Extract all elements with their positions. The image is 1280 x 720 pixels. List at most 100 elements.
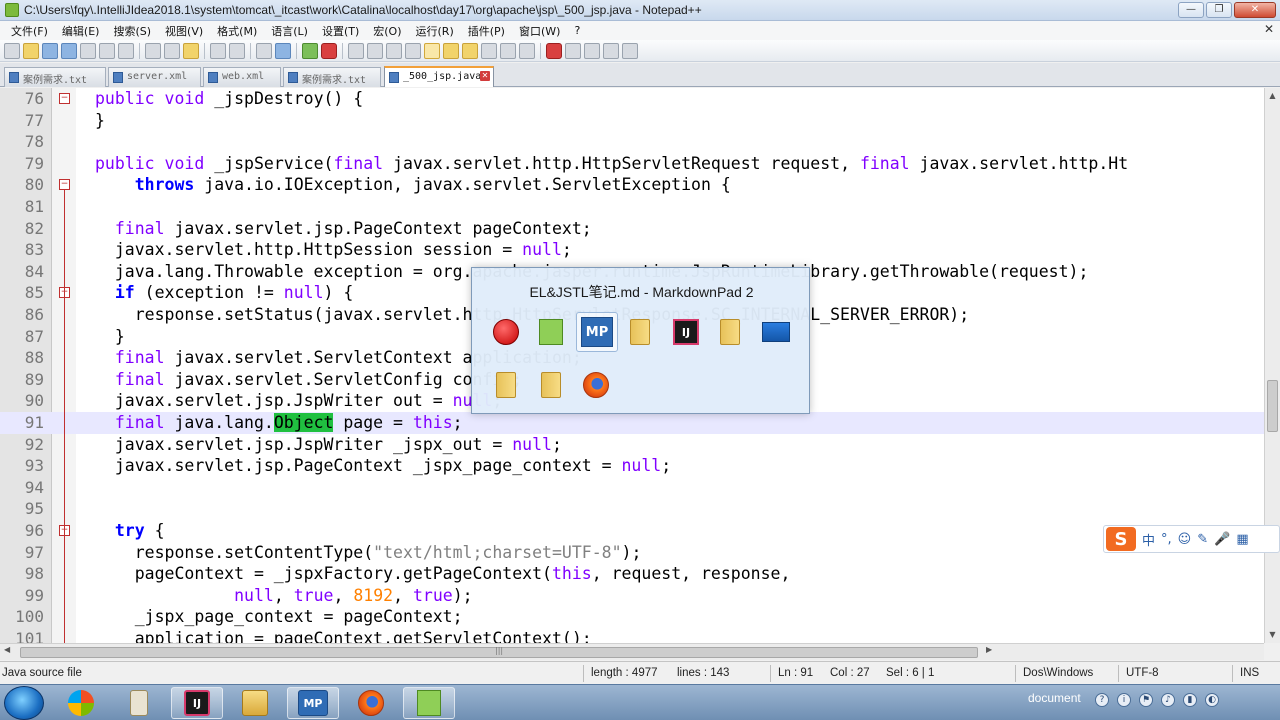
undo-icon[interactable] <box>210 42 226 59</box>
paste-icon[interactable] <box>183 42 199 59</box>
network-icon[interactable]: ▮ <box>1183 693 1197 707</box>
menu-format[interactable]: 格式(M) <box>210 23 264 39</box>
menu-settings[interactable]: 设置(T) <box>315 23 366 39</box>
menu-view[interactable]: 视图(V) <box>158 23 210 39</box>
code-line[interactable]: 93 javax.servlet.jsp.PageContext _jspx_p… <box>0 455 1264 477</box>
ime-chinese-mode[interactable]: 中 <box>1142 530 1155 549</box>
tab-500-jsp-java[interactable]: _500_jsp.java ✕ <box>384 66 494 87</box>
code-line[interactable]: 83 javax.servlet.http.HttpSession sessio… <box>0 239 1264 261</box>
vertical-scroll-thumb[interactable] <box>1267 380 1278 432</box>
menu-run[interactable]: 运行(R) <box>409 23 461 39</box>
scroll-down-icon[interactable]: ▼ <box>1265 627 1280 643</box>
ime-voice-icon[interactable]: 🎤 <box>1214 532 1230 547</box>
replace-icon[interactable] <box>275 42 291 59</box>
tab-close-icon[interactable]: ✕ <box>480 71 490 81</box>
volume-icon[interactable]: ♪ <box>1161 693 1175 707</box>
close-file-icon[interactable] <box>80 42 96 59</box>
find-icon[interactable] <box>256 42 272 59</box>
monitoring-icon[interactable] <box>500 42 516 59</box>
close-button[interactable]: ✕ <box>1234 2 1276 18</box>
taskbar-explorer[interactable] <box>229 687 281 719</box>
code-line[interactable]: 92 javax.servlet.jsp.JspWriter _jspx_out… <box>0 434 1264 456</box>
code-line[interactable]: 99 null, true, 8192, true); <box>0 585 1264 607</box>
menu-file[interactable]: 文件(F) <box>4 23 55 39</box>
code-line[interactable]: 81 <box>0 196 1264 218</box>
folder-icon[interactable] <box>714 316 746 348</box>
fold-toggle-icon[interactable]: − <box>59 93 70 104</box>
new-file-icon[interactable] <box>4 42 20 59</box>
ime-handwriting-icon[interactable]: ✎ <box>1197 532 1208 547</box>
open-file-icon[interactable] <box>23 42 39 59</box>
record-icon[interactable] <box>490 316 522 348</box>
eye-icon[interactable] <box>519 42 535 59</box>
menu-search[interactable]: 搜索(S) <box>106 23 158 39</box>
code-line[interactable]: 95 <box>0 498 1264 520</box>
tab-web-xml[interactable]: web.xml <box>203 67 281 87</box>
folder-icon[interactable] <box>624 316 656 348</box>
ime-toolbox-icon[interactable]: ▦ <box>1236 532 1248 547</box>
code-line[interactable]: 82 final javax.servlet.jsp.PageContext p… <box>0 218 1264 240</box>
sync-horizontal-icon[interactable] <box>367 42 383 59</box>
code-line[interactable]: 91 final java.lang.Object page = this; <box>0 412 1264 434</box>
code-line[interactable]: 101 application = pageContext.getServlet… <box>0 628 1264 643</box>
taskbar-firefox[interactable] <box>345 687 397 719</box>
menu-edit[interactable]: 编辑(E) <box>55 23 107 39</box>
code-line[interactable]: 96− try { <box>0 520 1264 542</box>
vertical-scrollbar[interactable]: ▲ ▼ <box>1264 88 1280 643</box>
notepadpp-icon[interactable] <box>535 316 567 348</box>
code-line[interactable]: 80 − throws java.io.IOException, javax.se… <box>0 174 1264 196</box>
fold-toggle-icon[interactable]: − <box>59 179 70 191</box>
ime-punctuation-icon[interactable]: °, <box>1161 532 1172 547</box>
tab-requirements-2[interactable]: 案例需求.txt <box>283 67 381 87</box>
save-all-icon[interactable] <box>61 42 77 59</box>
markdownpad-icon[interactable]: MP <box>576 312 618 352</box>
help-icon[interactable]: ? <box>1095 693 1109 707</box>
tab-server-xml[interactable]: server.xml <box>108 67 201 87</box>
record-macro-icon[interactable] <box>546 42 562 59</box>
cut-icon[interactable] <box>145 42 161 59</box>
menu-language[interactable]: 语言(L) <box>264 23 315 39</box>
close-document-icon[interactable]: ✕ <box>1264 22 1274 36</box>
redo-icon[interactable] <box>229 42 245 59</box>
sync-vertical-icon[interactable] <box>348 42 364 59</box>
copy-icon[interactable] <box>164 42 180 59</box>
code-line[interactable]: 77} <box>0 110 1264 132</box>
taskbar-markdownpad[interactable]: MP <box>287 687 339 719</box>
word-wrap-icon[interactable] <box>386 42 402 59</box>
menu-macro[interactable]: 宏(O) <box>366 23 408 39</box>
scroll-left-icon[interactable]: ◀ <box>4 645 10 654</box>
scroll-up-icon[interactable]: ▲ <box>1265 88 1280 104</box>
folder-icon[interactable] <box>535 369 567 401</box>
menu-window[interactable]: 窗口(W) <box>512 23 567 39</box>
horizontal-scrollbar[interactable]: ◀ ||| ▶ <box>0 643 1264 660</box>
zoom-in-icon[interactable] <box>302 42 318 59</box>
code-line[interactable]: 79 public void _jspService(final javax.se… <box>0 153 1264 175</box>
taskbar-notepad-pencil[interactable] <box>113 687 165 719</box>
code-line[interactable]: 94 <box>0 477 1264 499</box>
taskbar-windows-flag[interactable] <box>55 687 107 719</box>
firefox-icon[interactable] <box>580 369 612 401</box>
function-list-icon[interactable] <box>462 42 478 59</box>
code-line[interactable]: 98 pageContext = _jspxFactory.getPageCon… <box>0 563 1264 585</box>
code-line[interactable]: 78 <box>0 131 1264 153</box>
ime-emoji-icon[interactable]: ☺ <box>1178 532 1192 547</box>
folder-workspace-icon[interactable] <box>481 42 497 59</box>
maximize-button[interactable]: ❐ <box>1206 2 1232 18</box>
folder-icon[interactable] <box>490 369 522 401</box>
code-line[interactable]: 97 response.setContentType("text/html;ch… <box>0 542 1264 564</box>
indent-guide-icon[interactable] <box>424 42 440 59</box>
taskbar-intellij[interactable]: IJ <box>171 687 223 719</box>
desktop-icon[interactable] <box>760 316 792 348</box>
run-macro-multiple-icon[interactable] <box>603 42 619 59</box>
doc-map-icon[interactable] <box>443 42 459 59</box>
play-macro-icon[interactable] <box>584 42 600 59</box>
stop-macro-icon[interactable] <box>565 42 581 59</box>
save-icon[interactable] <box>42 42 58 59</box>
code-line[interactable]: 100 _jspx_page_context = pageContext; <box>0 606 1264 628</box>
minimize-button[interactable]: — <box>1178 2 1204 18</box>
save-macro-icon[interactable] <box>622 42 638 59</box>
menu-plugins[interactable]: 插件(P) <box>461 23 512 39</box>
code-line[interactable]: 76 − public void _jspDestroy() { <box>0 88 1264 110</box>
close-all-icon[interactable] <box>99 42 115 59</box>
flag-icon[interactable]: ⚑ <box>1139 693 1153 707</box>
